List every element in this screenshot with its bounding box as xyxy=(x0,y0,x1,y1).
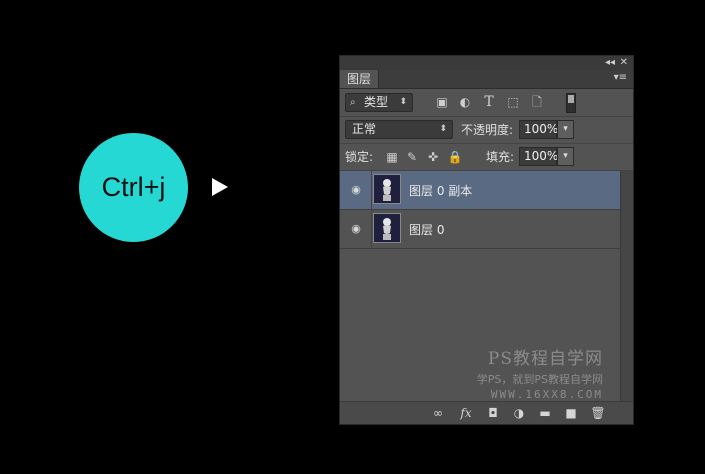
layer-row-original[interactable]: ◉ 图层 0 xyxy=(340,210,621,249)
panel-titlebar: ◂◂ ✕ xyxy=(340,56,633,71)
visibility-cell: ◉ xyxy=(340,171,372,209)
panel-bottom-bar: ∞ fx ◘ ◑ ▬ ■ 🗑 xyxy=(340,401,633,424)
smart-object-filter-icon[interactable]: 🗋 xyxy=(529,94,545,110)
fill-input[interactable]: 100% xyxy=(519,147,558,166)
new-layer-icon[interactable]: ■ xyxy=(563,405,579,421)
trash-icon[interactable]: 🗑 xyxy=(590,405,606,421)
type-filter-icon[interactable]: T xyxy=(481,94,497,110)
updown-caret-icon: ⬍ xyxy=(439,124,447,134)
link-icon[interactable]: ∞ xyxy=(430,405,446,421)
arrow-right-icon xyxy=(212,178,228,196)
layers-panel: ◂◂ ✕ 图层 ▾≡ ⌕ 类型 ⬍ ▣ ◐ T ⬚ 🗋 正常 ⬍ 不透明度: 1… xyxy=(339,55,634,425)
watermark: PS教程自学网 学PS，就到PS教程自学网 WWW.16XX8.COM xyxy=(340,344,633,401)
search-icon: ⌕ xyxy=(350,97,356,108)
shortcut-badge: Ctrl+j xyxy=(79,133,188,242)
fill-label: 填充: xyxy=(486,150,515,164)
layer-name: 图层 0 副本 xyxy=(409,184,473,198)
watermark-url: WWW.16XX8.COM xyxy=(490,388,603,401)
shape-filter-icon[interactable]: ⬚ xyxy=(505,94,521,110)
filter-toggle-icon[interactable] xyxy=(566,93,576,113)
panel-tab-row: 图层 ▾≡ xyxy=(340,70,633,89)
double-chevron-right-icon[interactable]: ◂◂ xyxy=(605,57,615,69)
filter-type-value: 类型 xyxy=(364,95,389,109)
lock-position-icon[interactable]: ✜ xyxy=(425,149,441,165)
fx-icon[interactable]: fx xyxy=(458,405,474,421)
filter-row: ⌕ 类型 ⬍ ▣ ◐ T ⬚ 🗋 xyxy=(340,89,633,117)
lock-row: 锁定: ▦ ✎ ✜ 🔒 填充: 100% ▾ xyxy=(340,144,633,171)
blend-mode-value: 正常 xyxy=(352,122,377,136)
folder-icon[interactable]: ▬ xyxy=(537,405,553,421)
opacity-dropdown-button[interactable]: ▾ xyxy=(557,120,574,139)
layer-thumbnail xyxy=(373,174,401,204)
lock-all-icon[interactable]: 🔒 xyxy=(447,149,463,165)
watermark-title: PS教程自学网 xyxy=(487,349,603,369)
updown-caret-icon: ⬍ xyxy=(399,97,407,107)
lock-label: 锁定: xyxy=(345,150,374,164)
layer-thumbnail xyxy=(373,213,401,243)
lock-image-icon[interactable]: ✎ xyxy=(404,149,420,165)
shortcut-label: Ctrl+j xyxy=(101,172,166,202)
image-filter-icon[interactable]: ▣ xyxy=(434,94,450,110)
fill-dropdown-button[interactable]: ▾ xyxy=(557,147,574,166)
adjustment-filter-icon[interactable]: ◐ xyxy=(457,94,473,110)
opacity-label: 不透明度: xyxy=(461,123,514,137)
eye-icon[interactable]: ◉ xyxy=(349,183,363,197)
mask-icon[interactable]: ◘ xyxy=(485,405,501,421)
eye-icon[interactable]: ◉ xyxy=(349,222,363,236)
layer-row-copy[interactable]: ◉ 图层 0 副本 xyxy=(340,171,621,210)
lock-transparent-icon[interactable]: ▦ xyxy=(384,149,400,165)
panel-menu-icon[interactable]: ▾≡ xyxy=(614,72,627,83)
watermark-slogan: 学PS，就到PS教程自学网 xyxy=(476,373,603,386)
blend-row: 正常 ⬍ 不透明度: 100% ▾ xyxy=(340,117,633,144)
filter-type-dropdown[interactable]: ⌕ 类型 ⬍ xyxy=(345,93,413,112)
layer-name: 图层 0 xyxy=(409,223,445,237)
visibility-cell: ◉ xyxy=(340,210,372,248)
adjustment-layer-icon[interactable]: ◑ xyxy=(511,405,527,421)
blend-mode-dropdown[interactable]: 正常 ⬍ xyxy=(345,120,453,139)
close-icon[interactable]: ✕ xyxy=(620,57,628,69)
opacity-input[interactable]: 100% xyxy=(519,120,558,139)
tab-layers[interactable]: 图层 xyxy=(340,70,380,88)
